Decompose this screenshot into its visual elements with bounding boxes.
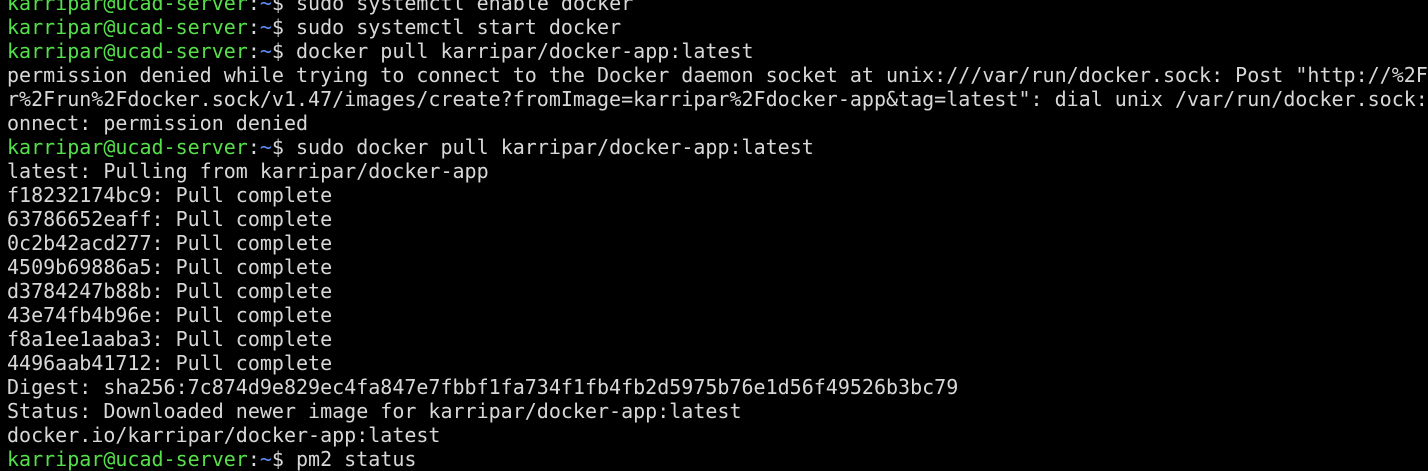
layer-status-line: 63786652eaff: Pull complete	[7, 207, 333, 231]
layer-status-line: 4496aab41712: Pull complete	[7, 351, 333, 375]
error-output-line: r%2Frun%2Fdocker.sock/v1.47/images/creat…	[7, 87, 1428, 111]
layer-status-line: 0c2b42acd277: Pull complete	[7, 231, 333, 255]
digest-line: Digest: sha256:7c874d9e829ec4fa847e7fbbf…	[7, 375, 959, 399]
layer-status-line: 43e74fb4b96e: Pull complete	[7, 303, 333, 327]
prompt-path: ~	[259, 39, 272, 63]
prompt-line: karripar@ucad-server:~$ sudo docker pull…	[7, 135, 814, 159]
command-text: sudo docker pull karripar/docker-app:lat…	[283, 135, 814, 159]
error-output-line: onnect: permission denied	[7, 111, 309, 135]
terminal-output: karripar@ucad-server:~$ sudo systemctl e…	[7, 0, 1428, 471]
prompt-line: karripar@ucad-server:~$ docker pull karr…	[7, 39, 754, 63]
prompt-line: karripar@ucad-server:~$ sudo systemctl e…	[7, 0, 1428, 15]
command-text: sudo systemctl enable docker	[283, 0, 634, 15]
prompt-line: karripar@ucad-server:~$ sudo systemctl s…	[7, 15, 622, 39]
terminal-window[interactable]: karripar@ucad-server:~$ sudo systemctl e…	[0, 0, 1428, 471]
image-reference-line: docker.io/karripar/docker-app:latest	[7, 423, 441, 447]
prompt-path: ~	[259, 0, 272, 15]
prompt-user-host: karripar@ucad-server	[7, 135, 248, 159]
error-output-line: permission denied while trying to connec…	[7, 63, 1428, 87]
status-line: Status: Downloaded newer image for karri…	[7, 399, 742, 423]
prompt-user-host: karripar@ucad-server	[7, 39, 248, 63]
prompt-path: ~	[259, 447, 272, 471]
prompt-user-host: karripar@ucad-server	[7, 15, 248, 39]
output-line: latest: Pulling from karripar/docker-app	[7, 159, 489, 183]
prompt-path: ~	[259, 135, 272, 159]
layer-status-line: f18232174bc9: Pull complete	[7, 183, 333, 207]
prompt-user-host: karripar@ucad-server	[7, 0, 248, 15]
prompt-path: ~	[259, 15, 272, 39]
layer-status-line: 4509b69886a5: Pull complete	[7, 255, 333, 279]
command-text: docker pull karripar/docker-app:latest	[283, 39, 754, 63]
command-text: pm2 status	[283, 447, 417, 471]
prompt-line: karripar@ucad-server:~$ pm2 status	[7, 447, 417, 471]
layer-status-line: f8a1ee1aaba3: Pull complete	[7, 327, 333, 351]
command-text: sudo systemctl start docker	[283, 15, 622, 39]
prompt-user-host: karripar@ucad-server	[7, 447, 248, 471]
layer-status-line: d3784247b88b: Pull complete	[7, 279, 333, 303]
